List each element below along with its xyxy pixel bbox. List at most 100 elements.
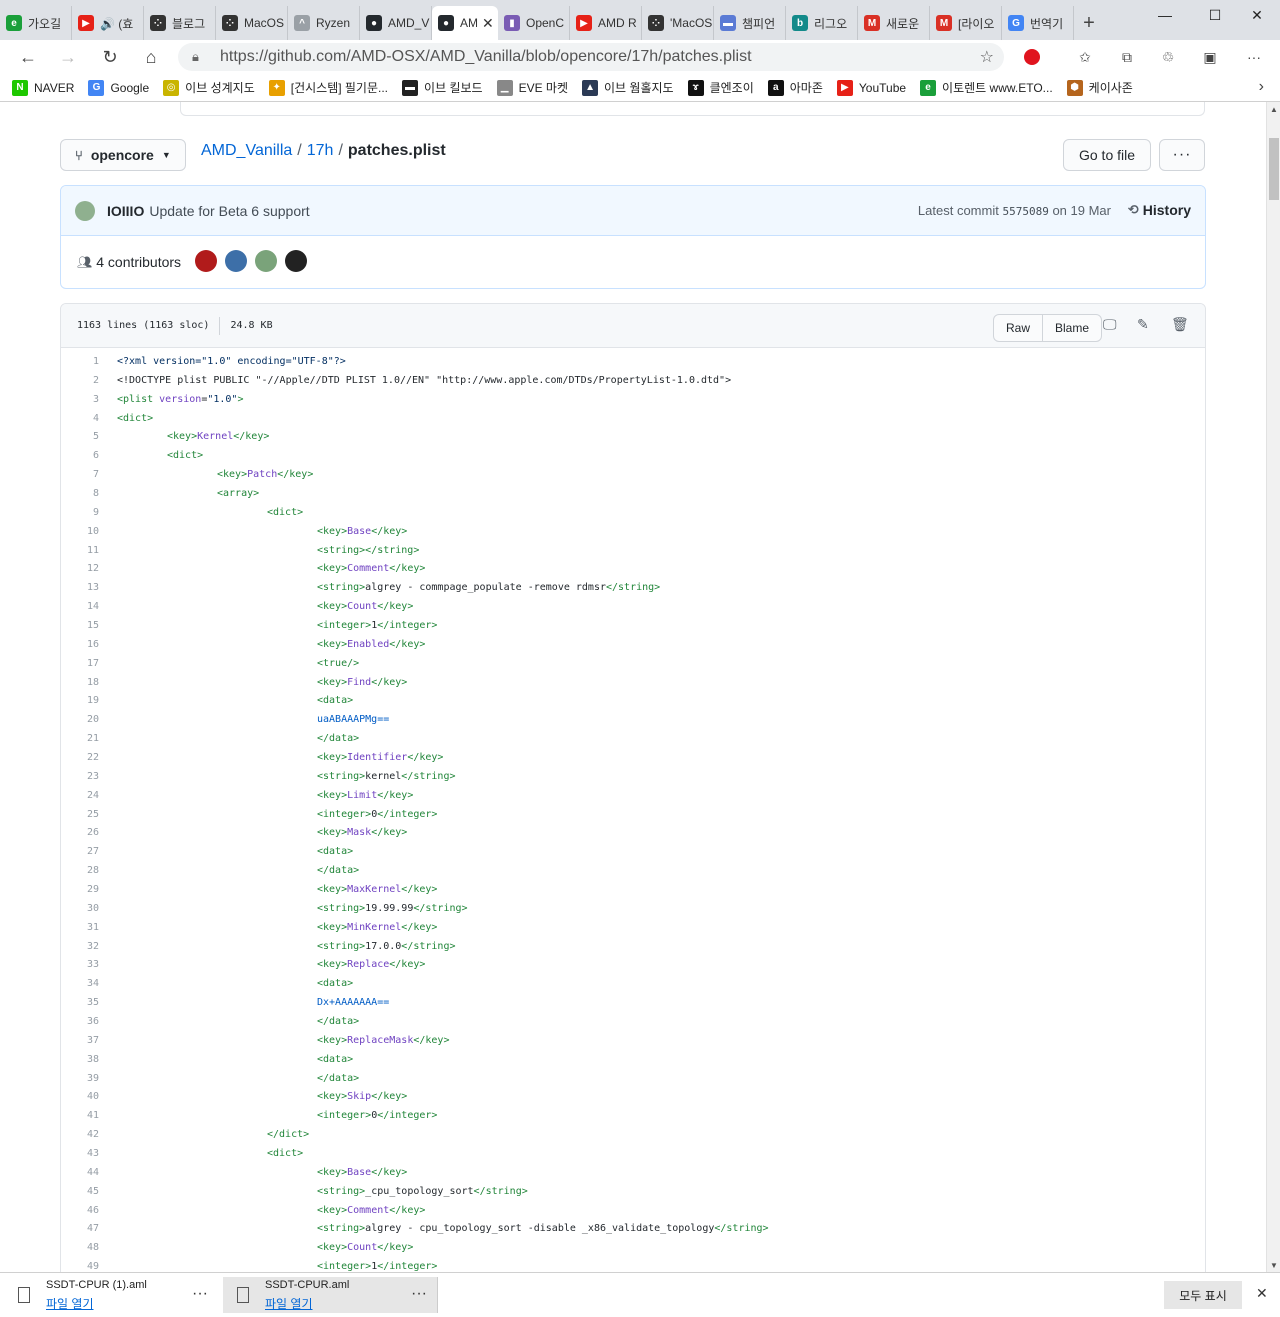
line-number[interactable]: 32 [61,941,99,952]
line-number[interactable]: 1 [61,356,99,367]
open-file-link[interactable]: 파일 열기 [46,1295,94,1312]
line-number[interactable]: 47 [61,1223,99,1234]
home-icon[interactable]: ⌂ [131,40,171,74]
url-bar[interactable]: 🔒︎ https://github.com/AMD-OSX/AMD_Vanill… [178,43,1004,71]
line-number[interactable]: 19 [61,695,99,706]
bookmark-star-icon[interactable]: ☆ [980,47,994,67]
desktop-icon[interactable]: 🖵︎ [1103,317,1117,333]
extension-box-icon[interactable]: ▣ [1198,46,1222,68]
bookmark-item[interactable]: ɤ 클엔조이 [687,79,754,96]
trash-icon[interactable]: 🗑︎ [1171,317,1189,333]
close-window-icon[interactable]: ✕ [1234,0,1280,30]
line-number[interactable]: 46 [61,1205,99,1216]
contributor-avatar[interactable] [195,249,218,272]
favorites-icon[interactable]: ✩ [1073,46,1097,68]
line-number[interactable]: 44 [61,1167,99,1178]
line-number[interactable]: 4 [61,413,99,424]
line-number[interactable]: 26 [61,827,99,838]
chevron-right-icon[interactable]: › [1259,78,1264,96]
scrollbar-thumb[interactable] [1269,138,1279,200]
back-arrow-icon[interactable]: ← [8,40,48,74]
open-file-link[interactable]: 파일 열기 [265,1295,313,1312]
commit-message[interactable]: Update for Beta 6 support [149,203,309,219]
browser-tab[interactable]: ● AMD_V [360,6,432,40]
line-number[interactable]: 2 [61,375,99,386]
bookmark-item[interactable]: e 이토렌트 www.ETO... [920,79,1053,96]
line-number[interactable]: 12 [61,563,99,574]
close-download-bar-icon[interactable]: ✕ [1256,1285,1268,1302]
bookmark-item[interactable]: ▁ EVE 마켓 [496,79,568,96]
maximize-icon[interactable]: ☐ [1192,0,1238,30]
scroll-down-icon[interactable]: ▼ [1267,1258,1280,1272]
browser-tab[interactable]: ▶ 🔊 (효 [72,6,144,40]
line-number[interactable]: 16 [61,639,99,650]
line-number[interactable]: 21 [61,733,99,744]
commit-sha[interactable]: 5575089 [1002,205,1048,218]
line-number[interactable]: 18 [61,677,99,688]
browser-tab[interactable]: ▮ OpenC [498,6,570,40]
history-link[interactable]: ⟲ History [1128,202,1191,218]
browser-tab[interactable]: M [라이오 [930,6,1002,40]
bookmark-item[interactable]: N NAVER [12,79,74,96]
contributor-avatar[interactable] [285,249,308,272]
browser-tab[interactable]: ⁘ 'MacOS [642,6,714,40]
line-number[interactable]: 20 [61,714,99,725]
line-number[interactable]: 31 [61,922,99,933]
bookmark-item[interactable]: ▲ 이브 웜홀지도 [582,79,674,96]
browser-tab[interactable]: b 리그오 [786,6,858,40]
commit-author[interactable]: IOIIIO [107,203,144,219]
line-number[interactable]: 37 [61,1035,99,1046]
browser-tab[interactable]: ⁘ MacOS [216,6,288,40]
browser-menu-icon[interactable]: ··· [1242,46,1266,68]
line-number[interactable]: 30 [61,903,99,914]
reload-icon[interactable]: ↻ [90,40,130,74]
bookmark-item[interactable]: ▶ YouTube [836,79,906,96]
go-to-file-button[interactable]: Go to file [1063,139,1151,171]
download-menu-icon[interactable]: ··· [192,1285,208,1303]
blame-button[interactable]: Blame [1043,315,1101,341]
contributor-avatar[interactable] [225,249,248,272]
breadcrumb-folder-link[interactable]: 17h [307,142,334,160]
page-scrollbar[interactable]: ▲ ▼ [1266,102,1280,1272]
line-number[interactable]: 23 [61,771,99,782]
line-number[interactable]: 8 [61,488,99,499]
line-number[interactable]: 13 [61,582,99,593]
raw-button[interactable]: Raw [994,315,1044,341]
more-options-button[interactable]: ··· [1159,139,1205,171]
share-icon[interactable]: ♲ [1156,46,1180,68]
opera-extension-icon[interactable] [1020,46,1044,68]
collections-icon[interactable]: ⧉ [1115,46,1139,68]
download-item[interactable]: SSDT-CPUR.aml 파일 열기 ··· [223,1277,437,1313]
browser-tab[interactable]: M 새로운 [858,6,930,40]
bookmark-item[interactable]: ▬ 이브 킬보드 [402,79,483,96]
download-item[interactable]: SSDT-CPUR (1).aml 파일 열기 ··· [4,1277,218,1313]
contributors-count[interactable]: 4 contributors [96,254,181,270]
line-number[interactable]: 10 [61,526,99,537]
bookmark-item[interactable]: ⬢ 케이사존 [1066,79,1133,96]
line-number[interactable]: 38 [61,1054,99,1065]
minimize-icon[interactable]: — [1142,0,1188,30]
browser-tab[interactable]: ● AM ✕ [432,6,498,40]
line-number[interactable]: 49 [61,1261,99,1272]
scroll-up-icon[interactable]: ▲ [1267,102,1280,116]
line-number[interactable]: 40 [61,1091,99,1102]
line-number[interactable]: 39 [61,1073,99,1084]
browser-tab[interactable]: e 가오길 [0,6,72,40]
line-number[interactable]: 11 [61,545,99,556]
contributor-avatar[interactable] [255,249,278,272]
browser-tab[interactable]: G 번역기 [1002,6,1074,40]
line-number[interactable]: 3 [61,394,99,405]
line-number[interactable]: 6 [61,450,99,461]
line-number[interactable]: 9 [61,507,99,518]
line-number[interactable]: 45 [61,1186,99,1197]
line-number[interactable]: 24 [61,790,99,801]
breadcrumb-repo-link[interactable]: AMD_Vanilla [201,142,292,160]
line-number[interactable]: 15 [61,620,99,631]
bookmark-item[interactable]: ◎ 이브 성계지도 [163,79,255,96]
line-number[interactable]: 28 [61,865,99,876]
line-number[interactable]: 35 [61,997,99,1008]
line-number[interactable]: 36 [61,1016,99,1027]
pencil-icon[interactable]: ✎ [1137,317,1149,333]
browser-tab[interactable]: ^ Ryzen [288,6,360,40]
line-number[interactable]: 22 [61,752,99,763]
